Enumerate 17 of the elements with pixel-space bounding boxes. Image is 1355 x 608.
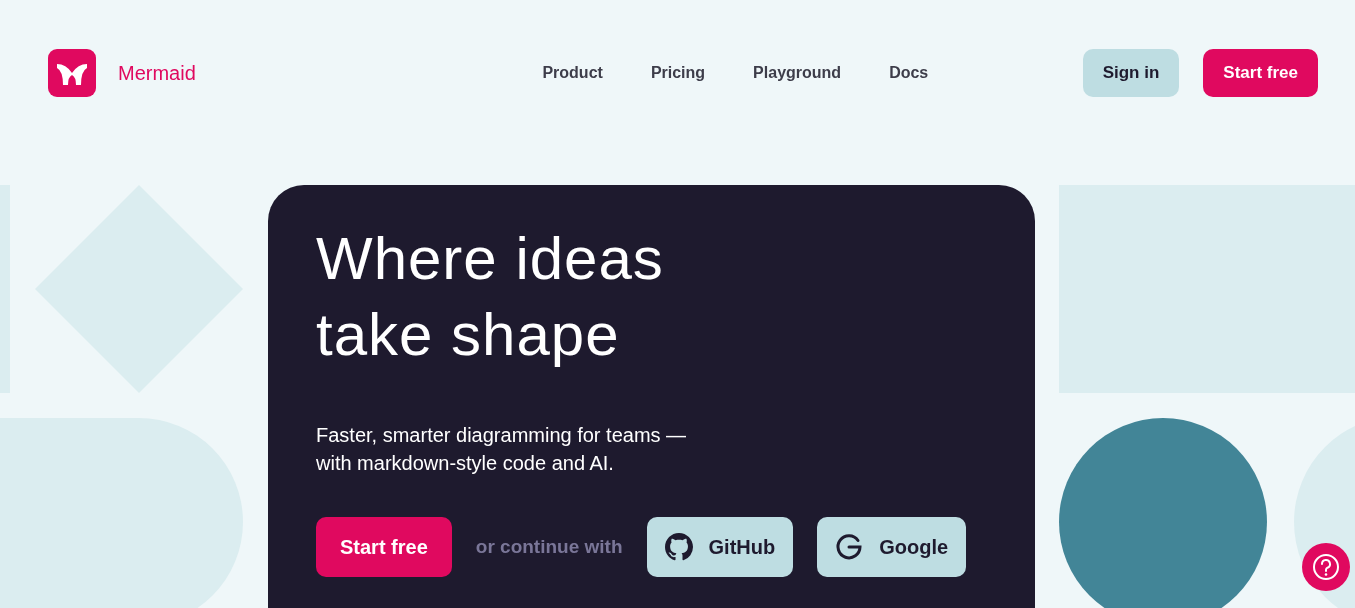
hero-title: Where ideas take shape [316,224,665,370]
nav-link[interactable]: Playground [753,64,842,82]
continue-with-label: or continue with [475,536,623,558]
start-free-button[interactable]: Start free [1203,49,1318,97]
brand-name[interactable]: Mermaid [118,61,196,85]
google-sign-in-button[interactable]: Google [817,517,967,577]
logo-icon[interactable] [48,49,96,97]
nav-link[interactable]: Product [542,64,603,82]
google-icon [835,533,864,561]
sign-in-button[interactable]: Sign in [1082,49,1180,97]
hero-subtitle: Faster, smarter diagramming for teams — with markdown-style code and AI. [316,423,688,476]
github-sign-in-button[interactable]: GitHub [646,517,794,577]
nav-link[interactable]: Docs [889,64,929,82]
start-free-button[interactable]: Start free [316,517,452,577]
nav-link[interactable]: Pricing [650,64,706,82]
help-icon [1312,553,1340,581]
github-icon [664,533,693,561]
